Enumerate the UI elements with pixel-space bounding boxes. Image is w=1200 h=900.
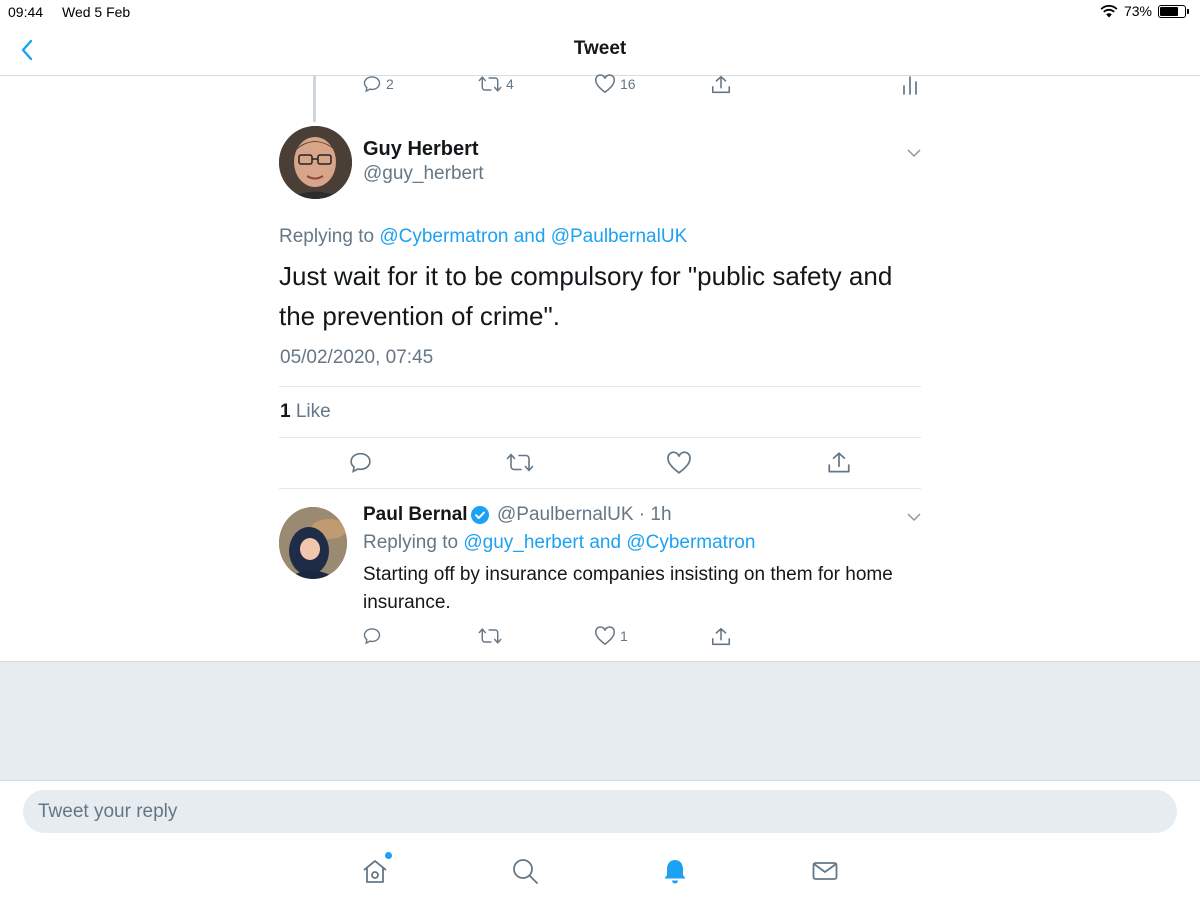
share-icon <box>711 75 731 94</box>
share-button[interactable] <box>710 626 732 648</box>
author-handle-time[interactable]: @PaulbernalUK · 1h <box>497 504 672 526</box>
tab-messages[interactable] <box>810 856 840 886</box>
avatar[interactable] <box>279 507 347 579</box>
likes-label: Like <box>295 401 331 422</box>
analytics-icon <box>903 76 917 95</box>
like-count: 1 <box>620 628 628 644</box>
replying-prefix: Replying to <box>279 226 380 247</box>
replying-and[interactable]: and <box>508 226 550 247</box>
author-name[interactable]: Guy Herbert <box>363 138 479 161</box>
messages-icon <box>812 862 838 880</box>
retweet-icon <box>506 453 534 472</box>
divider <box>279 488 921 489</box>
likes-summary[interactable]: 1 Like <box>280 401 331 423</box>
reply-button[interactable] <box>348 450 373 475</box>
tweet-timestamp: 05/02/2020, 07:45 <box>280 347 434 368</box>
like-count: 16 <box>620 76 636 92</box>
share-button[interactable] <box>826 450 852 476</box>
notification-dot <box>385 852 392 859</box>
nav-bar: Tweet <box>0 24 1200 76</box>
mention-link[interactable]: @guy_herbert <box>463 532 584 553</box>
retweet-button[interactable] <box>478 626 502 646</box>
mention-link[interactable]: @Cybermatron <box>379 226 508 247</box>
wifi-icon <box>1100 4 1118 17</box>
retweet-button[interactable] <box>506 451 534 474</box>
retweet-icon <box>478 76 502 92</box>
avatar-photo <box>279 507 347 579</box>
replying-and[interactable]: and <box>584 532 626 553</box>
share-button[interactable] <box>710 74 732 96</box>
retweet-button[interactable]: 4 <box>478 74 514 94</box>
avatar[interactable] <box>279 126 352 199</box>
share-icon <box>711 627 731 646</box>
reply-composer[interactable] <box>23 790 1177 833</box>
page-title: Tweet <box>573 38 627 59</box>
retweet-icon <box>478 628 502 644</box>
mention-link[interactable]: @PaulbernalUK <box>551 226 688 247</box>
status-right: 73% <box>1100 3 1189 19</box>
chevron-down-icon[interactable] <box>906 512 922 522</box>
like-button[interactable]: 1 <box>594 626 628 646</box>
reply-icon <box>350 452 371 473</box>
author-name[interactable]: Paul Bernal <box>363 504 468 526</box>
reply-input[interactable] <box>23 790 1177 833</box>
replying-prefix: Replying to <box>363 532 464 553</box>
notifications-icon <box>664 860 686 884</box>
retweet-count: 4 <box>506 76 514 92</box>
main-tweet-actions <box>279 450 921 478</box>
heart-icon <box>595 626 615 646</box>
status-bar: 09:44 Wed 5 Feb 73% <box>0 0 1200 24</box>
parent-tweet-actions: 2 4 16 <box>360 72 920 98</box>
like-button[interactable]: 16 <box>594 74 636 94</box>
home-icon <box>363 860 387 883</box>
chevron-down-icon[interactable] <box>906 148 922 158</box>
verified-badge-icon <box>471 506 489 524</box>
empty-area <box>0 661 1200 781</box>
tweet-text: Starting off by insurance companies insi… <box>363 564 893 613</box>
reply-button[interactable]: 2 <box>362 74 394 94</box>
heart-icon <box>667 451 691 474</box>
status-time: 09:44 <box>8 4 44 20</box>
reply-count: 2 <box>386 76 394 92</box>
divider <box>279 386 921 387</box>
share-icon <box>828 452 850 473</box>
battery-level <box>1160 6 1178 16</box>
replying-to: Replying to @Cybermatron and @Paulbernal… <box>279 226 687 248</box>
status-date: Wed 5 Feb <box>62 4 131 20</box>
analytics-button[interactable] <box>900 74 920 96</box>
avatar-photo <box>279 126 352 199</box>
battery-icon <box>1158 4 1189 18</box>
thread-line <box>313 76 316 122</box>
like-button[interactable] <box>666 451 692 475</box>
likes-count: 1 <box>280 401 291 422</box>
divider <box>279 437 921 438</box>
reply-icon <box>363 628 381 645</box>
tab-notifications[interactable] <box>660 856 690 886</box>
battery-percent: 73% <box>1123 3 1152 19</box>
mention-link[interactable]: @Cybermatron <box>626 532 755 553</box>
reply-button[interactable] <box>362 626 382 646</box>
tab-search[interactable] <box>510 856 540 886</box>
replying-to: Replying to @guy_herbert and @Cybermatro… <box>363 532 755 554</box>
reply-tweet-actions: 1 <box>360 624 920 650</box>
search-icon <box>513 859 538 884</box>
author-handle[interactable]: @guy_herbert <box>363 163 484 185</box>
tab-home[interactable] <box>360 852 392 886</box>
heart-icon <box>595 74 615 94</box>
tweet-text: Just wait for it to be compulsory for "p… <box>279 261 893 331</box>
reply-icon <box>363 76 381 93</box>
tab-bar <box>0 848 1200 900</box>
